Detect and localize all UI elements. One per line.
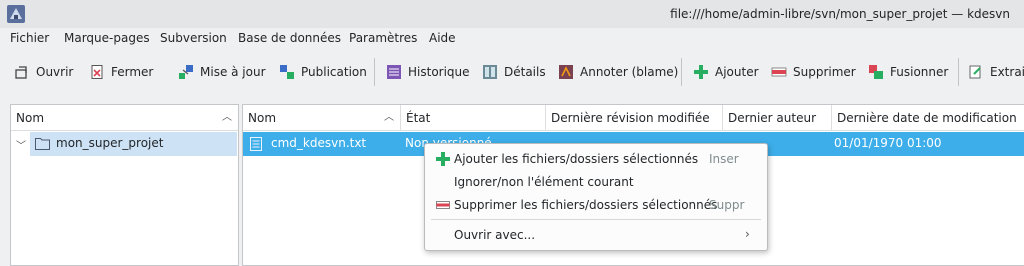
details-icon [483, 65, 497, 79]
context-menu-delete[interactable]: Supprimer les fichiers/dossiers sélectio… [425, 194, 767, 216]
kdesvn-icon[interactable] [6, 4, 26, 24]
history-icon [387, 65, 401, 79]
history-button[interactable]: Historique [386, 60, 470, 84]
menu-subversion[interactable]: Subversion [160, 31, 227, 47]
context-menu-open-with[interactable]: Ouvrir avec... › [425, 224, 767, 246]
export-button[interactable]: Extrai [968, 60, 1024, 84]
menu-parametres[interactable]: Paramètres [349, 31, 417, 47]
column-header-nom[interactable]: Nom ︿ [243, 105, 401, 131]
chevron-right-icon: › [745, 227, 750, 241]
sort-ascending-icon: ︿ [222, 112, 232, 123]
chevron-down-icon[interactable]: ﹀ [16, 137, 26, 152]
folder-tree[interactable]: Nom ︿ ﹀ mon_super_projet [10, 104, 239, 266]
merge-icon [869, 65, 883, 79]
context-menu-ignore[interactable]: Ignorer/non l'élément courant [425, 171, 767, 193]
shortcut-insert: Inser [709, 152, 739, 166]
commit-icon [280, 65, 294, 79]
menu-fichier[interactable]: Fichier [10, 31, 49, 47]
open-icon [15, 66, 27, 79]
add-icon [694, 65, 708, 79]
toolbar-separator [958, 58, 959, 86]
details-button[interactable]: Détails [482, 60, 546, 84]
toolbar: Ouvrir Fermer Mise à jour Publication Hi… [0, 52, 1024, 92]
commit-button[interactable]: Publication [279, 60, 367, 84]
menu-aide[interactable]: Aide [429, 31, 456, 47]
blame-button[interactable]: Annoter (blame) [558, 60, 678, 84]
menu-separator [431, 219, 761, 220]
export-icon [969, 65, 981, 79]
title-bar: file:///home/admin-libre/svn/mon_super_p… [0, 0, 1024, 28]
column-header-dernier-auteur[interactable]: Dernier auteur [723, 105, 832, 131]
context-menu-add[interactable]: Ajouter les fichiers/dossiers sélectionn… [425, 148, 767, 170]
tree-item-mon-super-projet[interactable]: mon_super_projet [30, 132, 237, 156]
column-header-etat[interactable]: État [401, 105, 546, 131]
update-button[interactable]: Mise à jour [178, 60, 266, 84]
sort-ascending-icon: ︿ [384, 112, 394, 123]
close-button[interactable]: Fermer [89, 60, 153, 84]
menu-base-de-donnees[interactable]: Base de données [238, 31, 341, 47]
toolbar-separator [374, 58, 375, 86]
column-header-derniere-revision[interactable]: Dernière révision modifiée [546, 105, 723, 131]
delete-icon [436, 201, 450, 209]
file-date: 01/01/1970 01:00 [834, 136, 942, 150]
blame-icon [559, 65, 573, 79]
file-name: cmd_kdesvn.txt [271, 136, 367, 150]
merge-button[interactable]: Fusionner [868, 60, 948, 84]
toolbar-separator [681, 58, 682, 86]
context-menu: Ajouter les fichiers/dossiers sélectionn… [424, 143, 768, 251]
close-file-icon [91, 65, 103, 79]
menu-bar: Fichier Marque-pages Subversion Base de … [0, 28, 1024, 50]
text-file-icon [250, 137, 262, 151]
delete-button[interactable]: Supprimer [771, 60, 856, 84]
column-header-derniere-date[interactable]: Dernière date de modification [832, 105, 1024, 131]
folder-icon [35, 138, 50, 150]
shortcut-delete: Suppr [709, 198, 745, 212]
add-button[interactable]: Ajouter [693, 60, 759, 84]
menu-marque-pages[interactable]: Marque-pages [64, 31, 150, 47]
tree-header-name[interactable]: Nom ︿ [11, 105, 238, 131]
open-button[interactable]: Ouvrir [14, 60, 73, 84]
delete-icon [771, 67, 787, 77]
add-icon [436, 152, 450, 166]
update-icon [179, 65, 193, 79]
window-title: file:///home/admin-libre/svn/mon_super_p… [670, 7, 1010, 21]
